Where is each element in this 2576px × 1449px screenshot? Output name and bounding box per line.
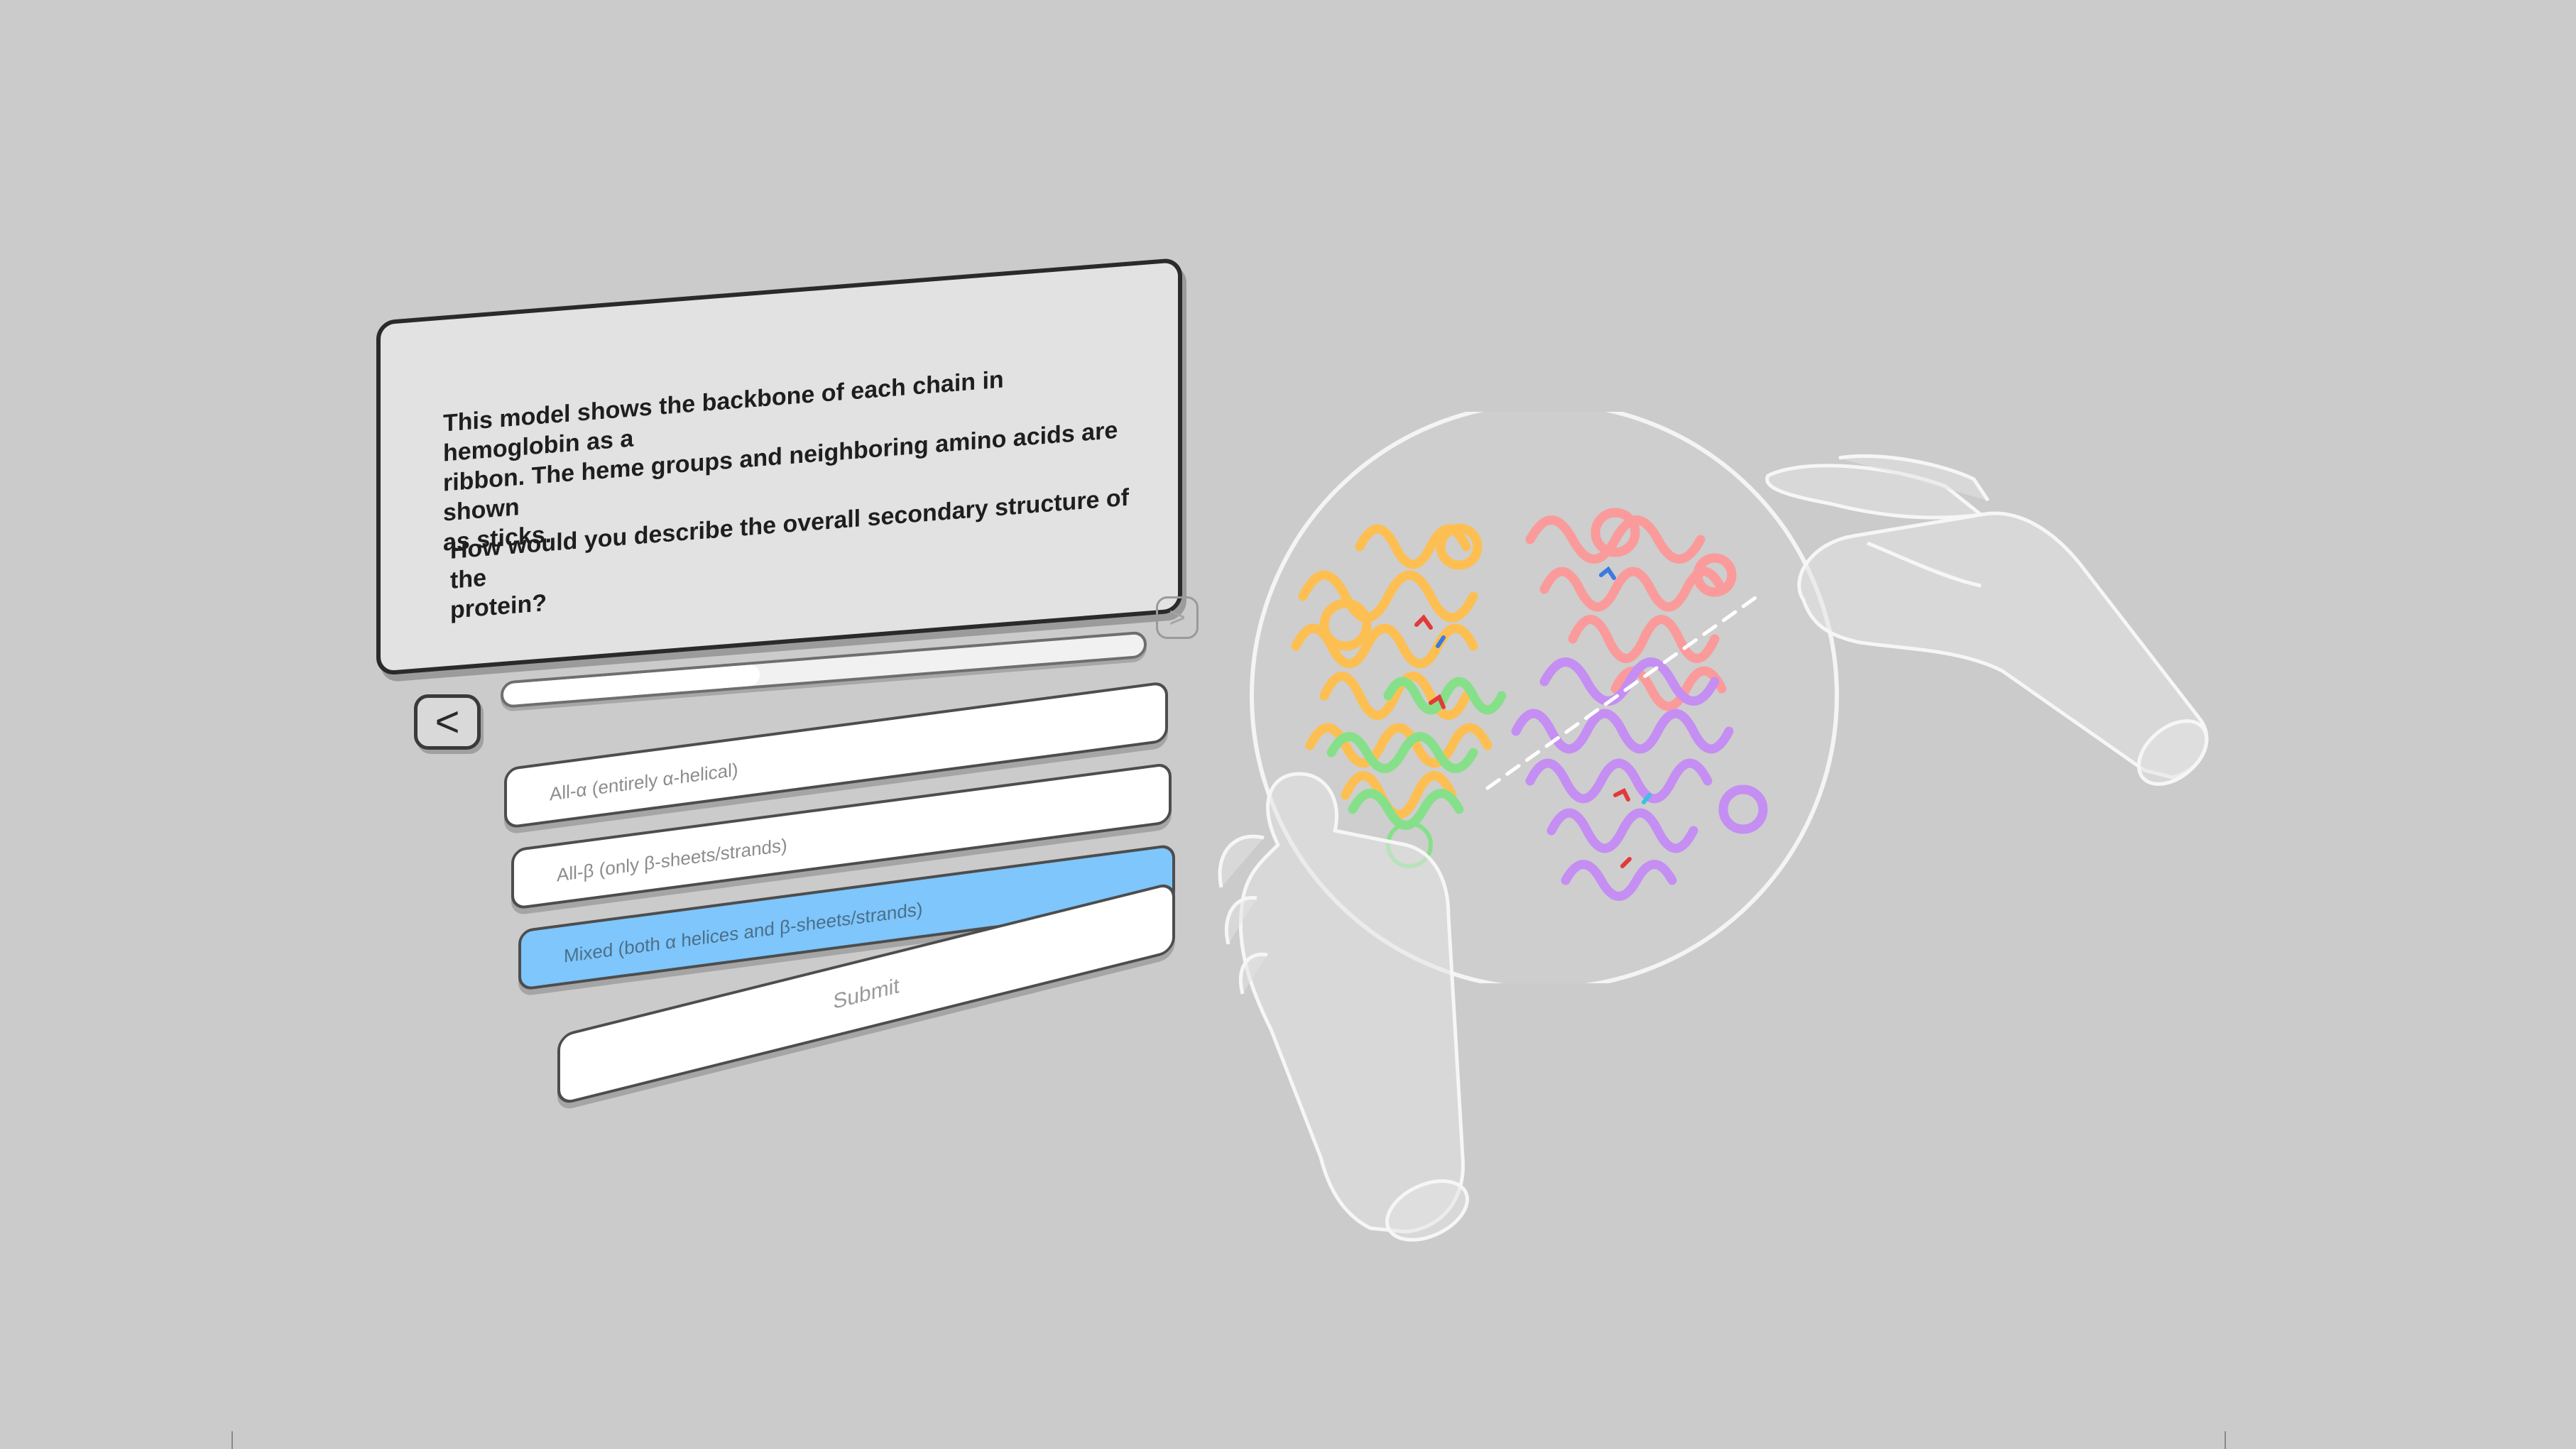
chevron-right-icon: > bbox=[1169, 602, 1186, 633]
chevron-left-icon: < bbox=[435, 698, 460, 745]
edge-mark-right bbox=[2225, 1431, 2226, 1449]
question-panel: This model shows the backbone of each ch… bbox=[376, 257, 1182, 676]
vr-scene: This model shows the backbone of each ch… bbox=[0, 0, 2576, 1449]
right-hand-icon bbox=[1765, 454, 2209, 786]
edge-mark-left bbox=[231, 1431, 233, 1449]
next-button[interactable]: > bbox=[1156, 596, 1199, 639]
prompt-line-2: protein? bbox=[450, 589, 547, 624]
progress-fill bbox=[503, 664, 760, 706]
back-button[interactable]: < bbox=[414, 694, 481, 750]
left-hand-icon bbox=[1218, 772, 1469, 1242]
option-label: All-α (entirely α-helical) bbox=[550, 758, 738, 805]
option-label: All-β (only β-sheets/strands) bbox=[557, 833, 787, 886]
